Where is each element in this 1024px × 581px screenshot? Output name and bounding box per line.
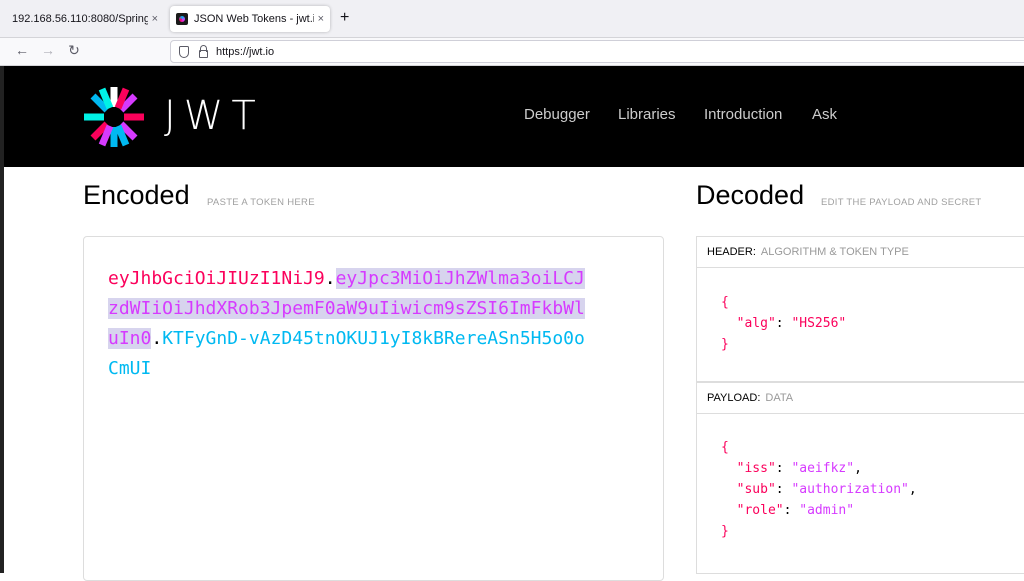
sub-value: authorization (799, 482, 902, 497)
payload-label: PAYLOAD: (707, 392, 761, 404)
encoded-title: Encoded (83, 180, 190, 210)
reload-icon[interactable]: ↻ (64, 42, 84, 59)
lock-icon[interactable] (199, 44, 208, 58)
jwt-favicon-icon (176, 13, 188, 25)
jwt-logo-text[interactable]: JWT (164, 93, 264, 139)
browser-tab-spring[interactable]: 192.168.56.110:8080/Spring × (6, 6, 164, 32)
payload-json-editor[interactable]: { "iss": "aeifkz", "sub": "authorization… (696, 414, 1024, 574)
nav-debugger[interactable]: Debugger (524, 106, 590, 123)
json-open-brace: { (721, 440, 729, 455)
back-arrow-icon[interactable]: ← (12, 42, 32, 58)
token-text[interactable]: eyJhbGciOiJIUzI1NiJ9.eyJpc3MiOiJhZWlma3o… (108, 264, 588, 384)
header-label: HEADER: (707, 246, 756, 258)
tab-title: 192.168.56.110:8080/Spring (12, 13, 148, 25)
close-icon[interactable]: × (318, 13, 324, 25)
iss-value: aeifkz (799, 461, 847, 476)
encoded-token-editor[interactable]: eyJhbGciOiJIUzI1NiJ9.eyJpc3MiOiJhZWlma3o… (83, 236, 664, 581)
header-json-editor[interactable]: { "alg": "HS256" } (696, 268, 1024, 382)
url-text[interactable]: https://jwt.io (216, 46, 274, 58)
nav-introduction[interactable]: Introduction (704, 106, 782, 123)
shield-icon[interactable] (179, 45, 189, 58)
header-sublabel: ALGORITHM & TOKEN TYPE (760, 246, 909, 258)
json-line-iss: "iss": "aeifkz", (736, 461, 862, 476)
decoded-panels: HEADER: ALGORITHM & TOKEN TYPE { "alg": … (696, 236, 1024, 581)
role-value: admin (807, 503, 847, 518)
browser-tab-jwt[interactable]: JSON Web Tokens - jwt.io × (170, 6, 330, 32)
nav-ask[interactable]: Ask (812, 106, 837, 123)
json-close-brace: } (721, 524, 729, 539)
browser-tab-bar: 192.168.56.110:8080/Spring × JSON Web To… (0, 0, 1024, 38)
token-header-part: eyJhbGciOiJIUzI1NiJ9 (108, 268, 325, 289)
token-dot: . (324, 268, 336, 289)
encoded-subtitle: PASTE A TOKEN HERE (207, 197, 315, 208)
tab-title: JSON Web Tokens - jwt.io (194, 13, 314, 25)
json-line-alg: "alg": "HS256" (736, 316, 847, 331)
json-open-brace: { (721, 295, 729, 310)
json-line-role: "role": "admin" (736, 503, 855, 518)
url-bar[interactable]: https://jwt.io (170, 40, 1024, 63)
alg-value: HS256 (799, 316, 839, 331)
forward-arrow-icon[interactable]: → (38, 42, 58, 58)
jwt-logo-icon[interactable] (82, 85, 146, 149)
decoded-subtitle: EDIT THE PAYLOAD AND SECRET (821, 197, 982, 208)
nav-libraries[interactable]: Libraries (618, 106, 676, 123)
new-tab-button[interactable]: + (340, 9, 349, 27)
site-header: JWT Debugger Libraries Introduction Ask (4, 66, 1024, 167)
decoded-title: Decoded (696, 180, 805, 210)
header-panel-title: HEADER: ALGORITHM & TOKEN TYPE (696, 236, 1024, 268)
close-icon[interactable]: × (152, 13, 158, 25)
payload-sublabel: DATA (765, 392, 794, 404)
json-close-brace: } (721, 337, 729, 352)
token-signature-part: KTFyGnD-vAzD45tnOKUJ1yI8kBRereASn5H5o0oC… (108, 328, 585, 379)
payload-panel-title: PAYLOAD: DATA (696, 382, 1024, 414)
browser-nav-bar: ← → ↻ https://jwt.io (0, 38, 1024, 66)
token-dot: . (151, 328, 163, 349)
json-line-sub: "sub": "authorization", (736, 482, 917, 497)
